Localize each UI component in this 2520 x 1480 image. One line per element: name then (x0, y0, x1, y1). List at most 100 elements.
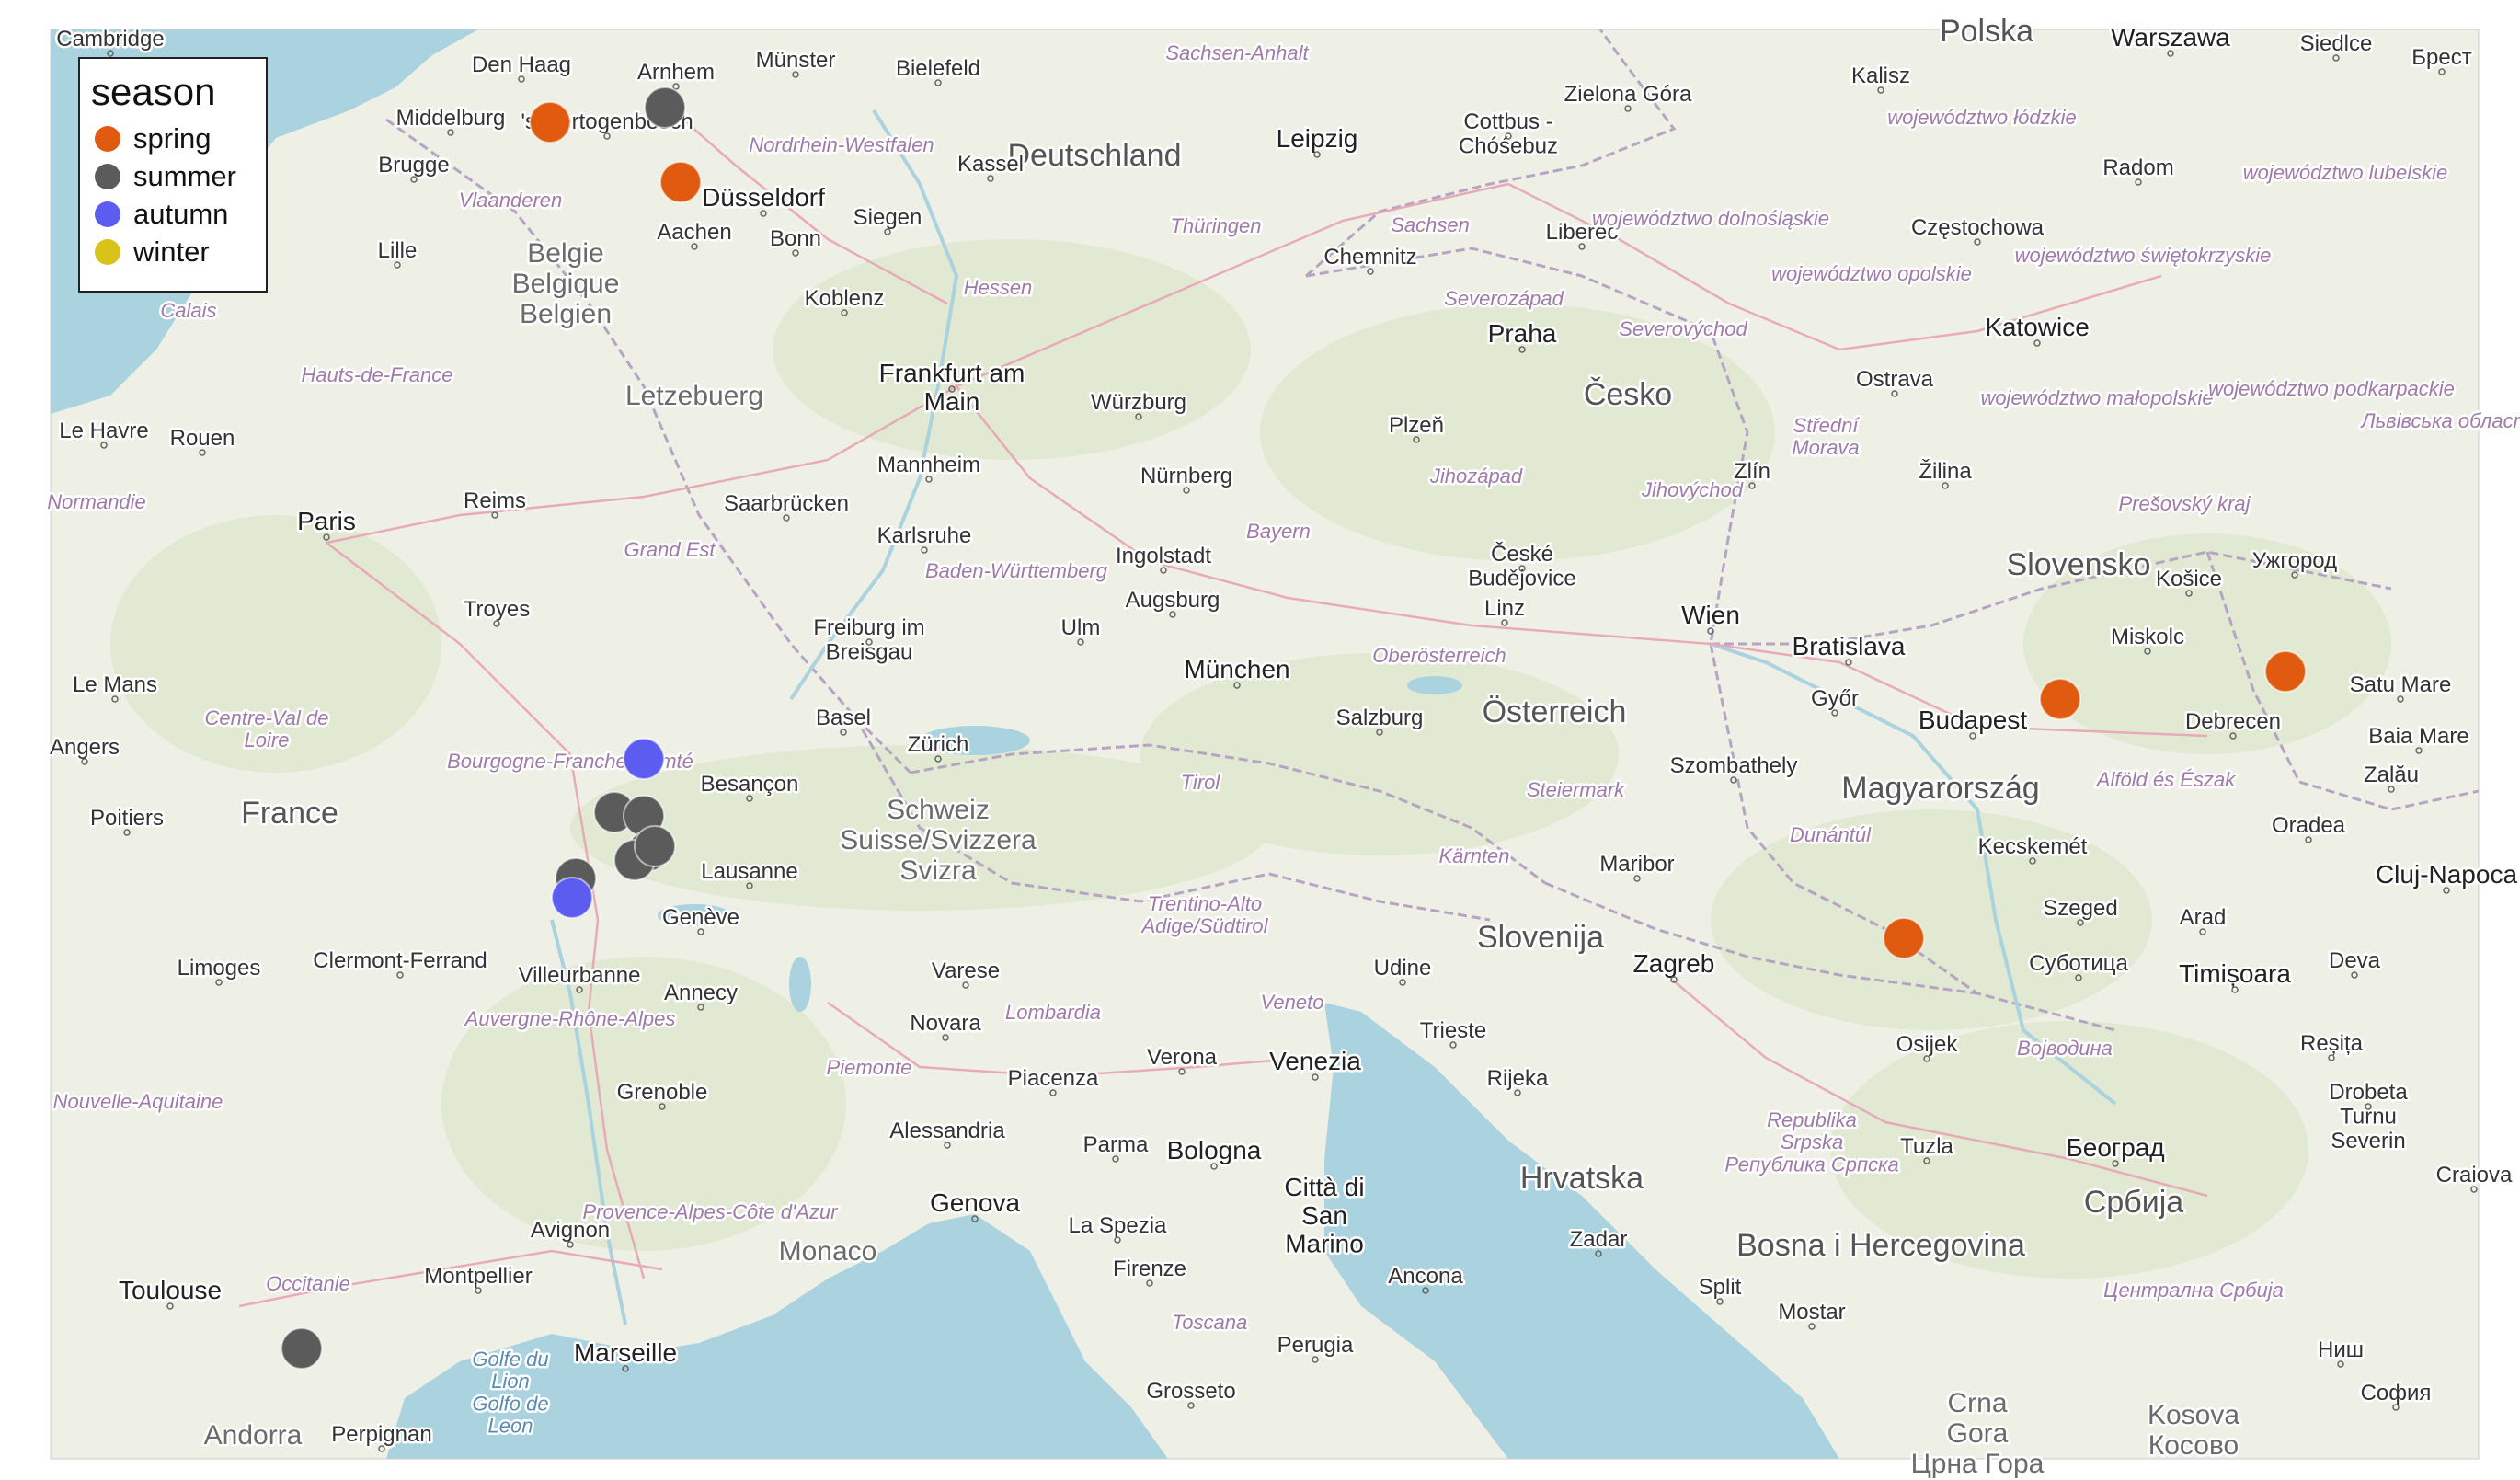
country-label-срби-а: Србија (2084, 1185, 2183, 1220)
marker-spring[interactable] (659, 161, 702, 203)
country-label-deutschland: Deutschland (1007, 138, 1181, 173)
legend-entry-summer[interactable]: summer (91, 157, 266, 195)
country-label-belgie-belgique-belgien: Belgie Belgique Belgien (512, 238, 620, 329)
city-label-plzen: Plzeň (1389, 413, 1444, 438)
region-label-wojewodztwo-odzkie: województwo łódzkie (1887, 106, 2076, 129)
city-label-karlsruhe: Karlsruhe (877, 523, 972, 548)
city-label-angers: Angers (50, 735, 120, 760)
city-label-poitiers: Poitiers (90, 806, 164, 831)
legend-swatch-winter (95, 238, 120, 265)
city-label-dusseldorf: Düsseldorf (702, 183, 825, 212)
city-label-zielona-gora: Zielona Góra (1564, 82, 1692, 107)
city-label-ingolstadt: Ingolstadt (1116, 544, 1211, 568)
city-label-marseille: Marseille (574, 1338, 677, 1367)
city-label-salzburg: Salzburg (1336, 706, 1424, 730)
city-label-alessandria: Alessandria (889, 1119, 1005, 1143)
region-label-stredni-morava: Střední Morava (1792, 414, 1860, 459)
city-label-montpellier: Montpellier (424, 1264, 532, 1289)
city-label-rouen: Rouen (170, 426, 235, 451)
marker-autumn[interactable] (551, 877, 593, 919)
legend-label-summer: summer (133, 159, 236, 192)
city-label-gyor: Győr (1811, 686, 1859, 711)
region-label-nouvelle-aquitaine: Nouvelle-Aquitaine (53, 1090, 223, 1113)
region-label-normandie: Normandie (47, 490, 146, 513)
marker-summer[interactable] (634, 825, 676, 867)
country-label-monaco: Monaco (779, 1236, 877, 1267)
country-label-slovenija: Slovenija (1477, 920, 1604, 955)
region-label-nordrhein-westfalen: Nordrhein-Westfalen (749, 133, 934, 156)
city-label-nurnberg: Nürnberg (1140, 464, 1232, 488)
city-label-verona: Verona (1147, 1045, 1218, 1070)
marker-summer[interactable] (644, 86, 686, 129)
marker-spring[interactable] (1883, 917, 1925, 959)
city-label-baia-mare: Baia Mare (2368, 724, 2468, 749)
city-label-venezia: Venezia (1269, 1047, 1361, 1075)
city-label-ужгород: Ужгород (2252, 548, 2337, 573)
city-label-novara: Novara (910, 1011, 981, 1036)
legend-entry-spring[interactable]: spring (91, 120, 266, 157)
city-label-ostrava: Ostrava (1856, 367, 1934, 392)
region-label-steiermark: Steiermark (1527, 778, 1625, 801)
region-label-provence-alpes-cote-d-azur: Provence-Alpes-Côte d'Azur (583, 1200, 840, 1223)
legend-label-winter: winter (133, 235, 210, 268)
city-label-zilina: Žilina (1919, 459, 1972, 484)
city-label-reims: Reims (464, 488, 526, 513)
marker-spring[interactable] (529, 101, 571, 143)
city-label-genova: Genova (930, 1188, 1020, 1217)
region-label-wojewodztwo-podkarpackie: województwo podkarpackie (2208, 377, 2455, 400)
region-label-hauts-de-france: Hauts-de-France (301, 363, 452, 386)
city-label-le-mans: Le Mans (73, 672, 157, 697)
legend-title: season (91, 70, 216, 113)
city-label-lausanne: Lausanne (701, 859, 797, 884)
city-label-brugge: Brugge (378, 153, 449, 178)
legend-entry-autumn[interactable]: autumn (91, 195, 266, 233)
city-label-cluj-napoca: Cluj-Napoca (2376, 860, 2517, 889)
city-label-augsburg: Augsburg (1126, 588, 1220, 613)
region-label-thuringen: Thüringen (1170, 214, 1261, 237)
city-label-wien: Wien (1681, 601, 1740, 629)
region-label-lombardia: Lombardia (1005, 1001, 1101, 1024)
city-label-kassel: Kassel (957, 152, 1024, 177)
city-label-linz: Linz (1484, 596, 1525, 621)
region-label-tirol: Tirol (1181, 771, 1221, 794)
region-label-jihovychod: Jihovýchod (1641, 478, 1744, 501)
marker-spring[interactable] (2039, 678, 2081, 720)
region-label-wojewodztwo-ma-opolskie: województwo małopolskie (1980, 386, 2213, 409)
map[interactable]: Deutschland Belgie Belgique Belgien Letzebue… (0, 0, 2520, 1480)
legend-label-spring: spring (133, 121, 212, 155)
city-label-koblenz: Koblenz (805, 286, 885, 311)
city-label-cambridge: Cambridge (56, 27, 164, 52)
city-label-budapest: Budapest (1919, 706, 2028, 734)
city-label-брест: Брест (2411, 45, 2471, 70)
marker-summer[interactable] (281, 1327, 323, 1370)
region-label-calais: Calais (160, 299, 216, 322)
region-label-sachsen: Sachsen (1391, 213, 1470, 236)
city-label-bonn: Bonn (770, 226, 821, 251)
city-label-софия: София (2361, 1381, 2432, 1405)
country-label-kosova-косово: Kosova Косово (2148, 1400, 2239, 1461)
marker-autumn[interactable] (623, 738, 665, 780)
region-label-jihozapad: Jihozápad (1429, 465, 1523, 488)
city-label-timisoara: Timișoara (2179, 959, 2291, 988)
city-label-munster: Münster (756, 48, 836, 73)
marker-spring[interactable] (2264, 650, 2307, 693)
region-label-trentino-alto-adige-sudtirol: Trentino-Alto Adige/Südtirol (1140, 892, 1269, 937)
city-label-mostar: Mostar (1778, 1300, 1845, 1325)
region-label-grand-est: Grand Est (624, 538, 716, 561)
legend-entry-winter[interactable]: winter (91, 233, 266, 270)
region-label-sachsen-anhalt: Sachsen-Anhalt (1165, 41, 1309, 64)
country-label-cesko: Česko (1584, 377, 1672, 412)
city-label-siedlce: Siedlce (2300, 31, 2373, 56)
region-label-oberosterreich: Oberösterreich (1372, 644, 1506, 667)
city-label-den-haag: Den Haag (472, 52, 571, 77)
country-label-letzebuerg: Letzebuerg (625, 381, 763, 411)
region-label-wojewodztwo-opolskie: województwo opolskie (1771, 262, 1972, 285)
legend-label-autumn: autumn (133, 197, 229, 230)
city-label-kosice: Košice (2156, 567, 2222, 591)
city-label-perpignan: Perpignan (331, 1422, 431, 1447)
city-label-zurich: Zürich (908, 732, 969, 757)
city-label-parma: Parma (1083, 1132, 1149, 1157)
city-label-troyes: Troyes (464, 597, 530, 622)
city-label-osijek: Osijek (1896, 1032, 1959, 1057)
city-label-miskolc: Miskolc (2111, 625, 2184, 649)
